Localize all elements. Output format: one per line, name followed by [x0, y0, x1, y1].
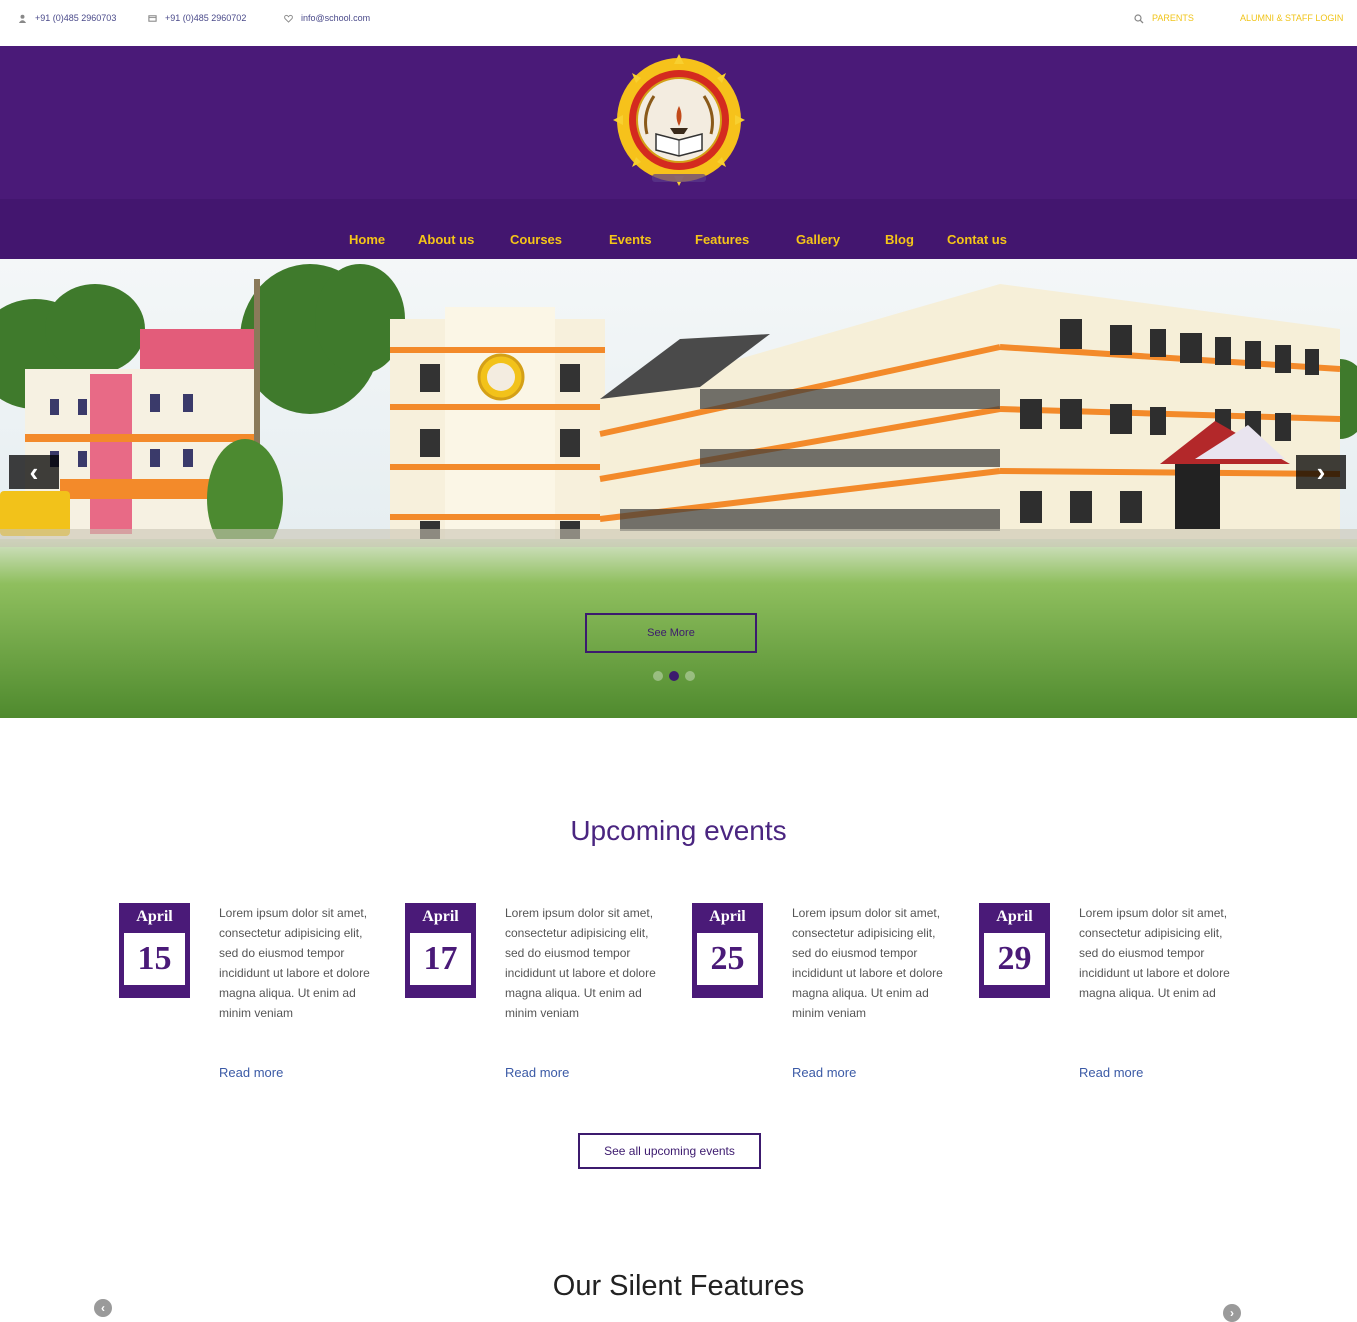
event-day: 17	[410, 933, 471, 985]
nav-about-us[interactable]: About us	[418, 232, 474, 247]
upcoming-events-heading: Upcoming events	[570, 815, 787, 846]
event-date-badge: April 25	[692, 903, 763, 998]
event-description: Lorem ipsum dolor sit amet, consectetur …	[505, 906, 656, 1020]
hero-next-arrow[interactable]: ›	[1296, 455, 1346, 489]
fax-contact[interactable]: +91 (0)485 2960702	[148, 13, 246, 23]
slide-dot-2[interactable]	[669, 671, 679, 681]
login-link[interactable]: ALUMNI & STAFF LOGIN	[1240, 13, 1343, 23]
event-card: April 17 Lorem ipsum dolor sit amet, con…	[405, 903, 665, 1093]
event-day: 29	[984, 933, 1045, 985]
event-month: April	[136, 908, 173, 925]
nav-gallery[interactable]: Gallery	[796, 232, 840, 247]
event-card: April 25 Lorem ipsum dolor sit amet, con…	[692, 903, 952, 1093]
school-logo[interactable]	[612, 54, 746, 194]
event-description: Lorem ipsum dolor sit amet, consectetur …	[219, 906, 370, 1020]
hero-slide-indicators	[653, 671, 695, 681]
user-icon	[18, 14, 27, 23]
features-next-button[interactable]: ›	[1223, 1304, 1241, 1322]
features-prev-button[interactable]: ‹	[94, 1299, 112, 1317]
main-navigation: Home About us Courses Events Features Ga…	[0, 199, 1357, 259]
event-card: April 29 Lorem ipsum dolor sit amet, con…	[979, 903, 1239, 1093]
nav-contact-us[interactable]: Contat us	[947, 232, 1007, 247]
phone-number-1: +91 (0)485 2960703	[35, 13, 117, 23]
site-header	[0, 46, 1357, 199]
event-read-more-link[interactable]: Read more	[505, 1065, 569, 1080]
nav-home[interactable]: Home	[349, 232, 385, 247]
event-month: April	[996, 908, 1033, 925]
event-month: April	[422, 908, 459, 925]
event-description: Lorem ipsum dolor sit amet, consectetur …	[792, 906, 943, 1020]
silent-features-heading: Our Silent Features	[552, 1270, 805, 1302]
email-contact[interactable]: info@school.com	[284, 13, 370, 23]
event-read-more-link[interactable]: Read more	[1079, 1065, 1143, 1080]
email-address: info@school.com	[301, 13, 371, 23]
event-month: April	[709, 908, 746, 925]
top-contact-bar: +91 (0)485 2960703 +91 (0)485 2960702 in…	[0, 0, 1357, 46]
search-icon[interactable]	[1134, 14, 1144, 24]
hero-see-more-button[interactable]: See More	[585, 613, 757, 653]
slide-dot-1[interactable]	[653, 671, 663, 681]
nav-features[interactable]: Features	[695, 232, 749, 247]
slide-dot-3[interactable]	[685, 671, 695, 681]
event-description: Lorem ipsum dolor sit amet, consectetur …	[1079, 906, 1230, 1000]
event-read-more-link[interactable]: Read more	[792, 1065, 856, 1080]
event-date-badge: April 17	[405, 903, 476, 998]
nav-blog[interactable]: Blog	[885, 232, 914, 247]
hero-prev-arrow[interactable]: ‹	[9, 455, 59, 489]
fax-icon	[148, 14, 157, 22]
hero-slider: ‹ › See More	[0, 259, 1357, 718]
nav-courses[interactable]: Courses	[510, 232, 562, 247]
see-all-events-button[interactable]: See all upcoming events	[578, 1133, 761, 1169]
event-day: 15	[124, 933, 185, 985]
phone-contact[interactable]: +91 (0)485 2960703	[18, 13, 116, 23]
event-read-more-link[interactable]: Read more	[219, 1065, 283, 1080]
heart-mail-icon	[284, 14, 293, 23]
event-day: 25	[697, 933, 758, 985]
event-date-badge: April 29	[979, 903, 1050, 998]
nav-events[interactable]: Events	[609, 232, 652, 247]
phone-number-2: +91 (0)485 2960702	[165, 13, 247, 23]
event-card: April 15 Lorem ipsum dolor sit amet, con…	[119, 903, 379, 1093]
event-date-badge: April 15	[119, 903, 190, 998]
parents-link[interactable]: PARENTS	[1152, 13, 1194, 23]
